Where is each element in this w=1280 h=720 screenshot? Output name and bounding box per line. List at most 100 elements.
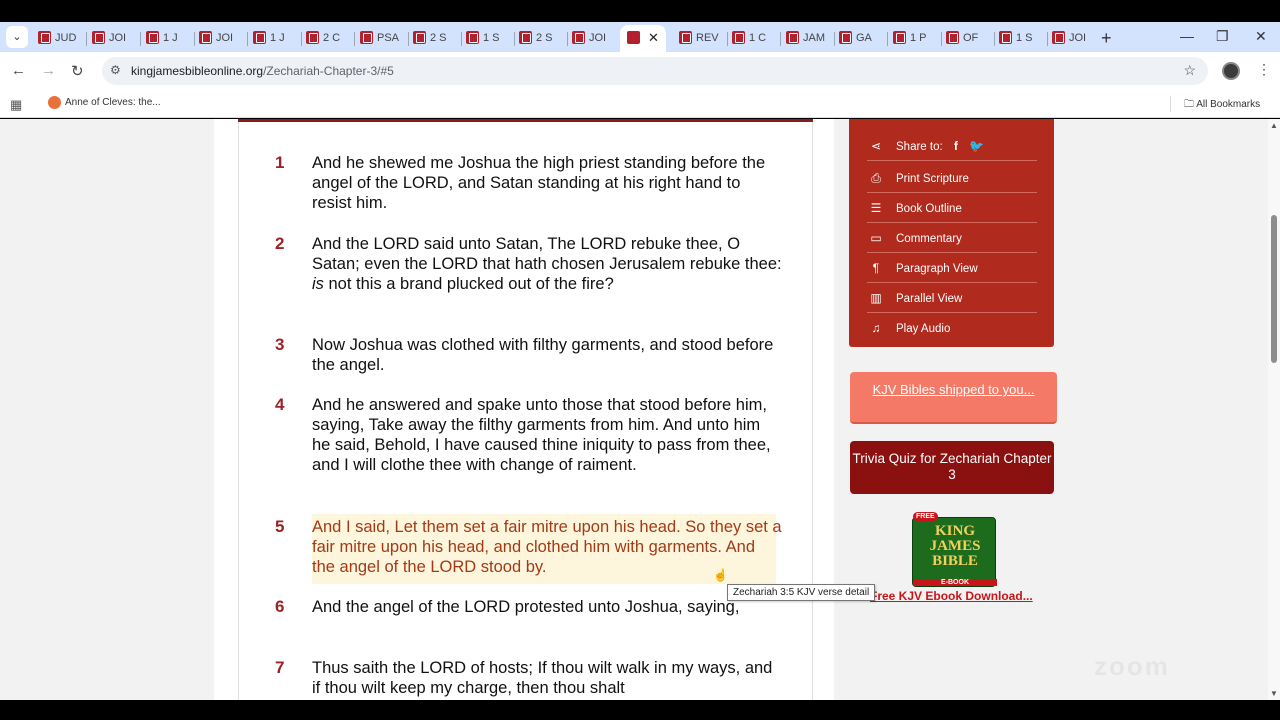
bookmarks-divider: [1170, 96, 1171, 112]
bible-favicon-icon: [466, 30, 479, 44]
bible-favicon-icon: [519, 30, 532, 44]
list-icon: ☰: [870, 201, 882, 215]
verse-number[interactable]: 5: [275, 517, 284, 537]
pilcrow-icon: ¶: [872, 261, 880, 275]
tab[interactable]: PSA: [356, 26, 408, 50]
url-text[interactable]: kingjamesbibleonline.org/Zechariah-Chapt…: [131, 64, 394, 78]
verse-number[interactable]: 1: [275, 153, 284, 173]
reload-icon[interactable]: ↻: [71, 62, 84, 80]
tab-label: JOI: [216, 32, 234, 44]
window-close-icon[interactable]: ✕: [1255, 28, 1267, 45]
new-tab-button[interactable]: +: [1101, 28, 1112, 49]
bible-favicon-icon: [627, 31, 640, 45]
tab[interactable]: 2 S: [515, 26, 567, 50]
tab-search-button[interactable]: ⌄: [6, 26, 28, 48]
site-settings-icon[interactable]: ⚙: [110, 63, 121, 77]
verse-number[interactable]: 4: [275, 395, 284, 415]
sidebar-item-print[interactable]: ⎙ Print Scripture: [867, 163, 1037, 193]
tab[interactable]: 1 C: [728, 26, 780, 50]
tab[interactable]: 1 S: [995, 26, 1047, 50]
trivia-quiz-button[interactable]: Trivia Quiz for Zechariah Chapter 3: [850, 441, 1054, 494]
forward-icon[interactable]: →: [41, 62, 56, 79]
kjv-ebook-image[interactable]: FREE KING JAMES BIBLE E-BOOK: [912, 512, 997, 587]
tab[interactable]: JOI: [88, 26, 140, 50]
tab-label: 1 C: [749, 32, 767, 44]
sidebar-item-label: Book Outline: [896, 203, 962, 215]
tab-label: 2 S: [536, 32, 553, 44]
sidebar-item-commentary[interactable]: ▭ Commentary: [867, 223, 1037, 253]
tab[interactable]: JAM: [782, 26, 834, 50]
twitter-icon[interactable]: 🐦: [969, 139, 984, 153]
scrollbar-thumb[interactable]: [1271, 215, 1277, 363]
ebook-free-badge: FREE: [913, 512, 938, 521]
verse-text-italic: is: [312, 275, 324, 293]
bible-favicon-icon: [732, 30, 745, 44]
kjv-bibles-shipped-link[interactable]: KJV Bibles shipped to you...: [850, 372, 1057, 424]
bible-favicon-icon: [893, 30, 906, 44]
close-tab-icon[interactable]: ✕: [648, 30, 659, 45]
address-bar[interactable]: ⚙ kingjamesbibleonline.org/Zechariah-Cha…: [102, 57, 1208, 85]
tab[interactable]: JOI: [568, 26, 620, 50]
bookmark-star-icon[interactable]: ☆: [1183, 62, 1196, 79]
back-icon[interactable]: ←: [11, 62, 26, 79]
sidebar-item-label: Play Audio: [896, 323, 951, 335]
bible-favicon-icon: [146, 30, 159, 44]
bible-favicon-icon: [413, 30, 426, 44]
page-viewport: 1 And he shewed me Joshua the high pries…: [0, 119, 1280, 700]
tab[interactable]: REV: [675, 26, 727, 50]
tab-active[interactable]: ✕: [620, 25, 666, 52]
tab[interactable]: 1 S: [462, 26, 514, 50]
headphones-icon: ♫: [871, 321, 881, 335]
tab[interactable]: JUD: [34, 26, 86, 50]
bible-favicon-icon: [839, 30, 852, 44]
bookmark-favicon-icon: [48, 96, 61, 109]
verse-number[interactable]: 2: [275, 234, 284, 254]
tab[interactable]: 1 J: [142, 26, 194, 50]
tab[interactable]: JOI: [1048, 26, 1100, 50]
share-icon: ⋖: [870, 139, 882, 153]
tab[interactable]: 2 C: [302, 26, 354, 50]
columns-icon: ▥: [870, 291, 882, 305]
tab[interactable]: 2 S: [409, 26, 461, 50]
sidebar-item-parallel[interactable]: ▥ Parallel View: [867, 283, 1037, 313]
tab-label: OF: [963, 32, 979, 44]
minimize-icon[interactable]: —: [1180, 28, 1194, 44]
tab[interactable]: 1 P: [889, 26, 941, 50]
tab[interactable]: 1 J: [249, 26, 301, 50]
sidebar-item-audio[interactable]: ♫ Play Audio: [867, 313, 1037, 343]
restore-icon[interactable]: ❐: [1216, 28, 1229, 45]
tab-label: PSA: [377, 32, 400, 44]
tab[interactable]: JOI: [195, 26, 247, 50]
verse-number[interactable]: 7: [275, 658, 284, 678]
bookmarks-bar: ▦ Anne of Cleves: the... 🗀 All Bookmarks: [0, 90, 1280, 118]
verse-text-part: And the LORD said unto Satan, The LORD r…: [312, 235, 782, 273]
verse-number[interactable]: 6: [275, 597, 284, 617]
browser-menu-icon[interactable]: ⋮: [1257, 61, 1271, 78]
sidebar-item-paragraph[interactable]: ¶ Paragraph View: [867, 253, 1037, 283]
bookmark-label: Anne of Cleves: the...: [65, 97, 161, 109]
tab-label: JAM: [803, 32, 825, 44]
profile-avatar[interactable]: [1222, 62, 1240, 80]
folder-icon: 🗀: [1184, 99, 1194, 110]
url-path: /Zechariah-Chapter-3/#5: [263, 64, 394, 78]
facebook-icon[interactable]: f: [954, 139, 958, 153]
tab-label: JOI: [1069, 32, 1087, 44]
tab-label: 1 J: [270, 32, 285, 44]
tab-separator: [86, 32, 87, 46]
all-bookmarks-button[interactable]: 🗀 All Bookmarks: [1184, 97, 1260, 114]
scroll-up-arrow-icon[interactable]: ▲: [1270, 121, 1278, 130]
bible-favicon-icon: [38, 30, 51, 44]
sidebar-item-outline[interactable]: ☰ Book Outline: [867, 193, 1037, 223]
tab-separator: [140, 32, 141, 46]
ebook-title: KING JAMES BIBLE: [913, 524, 997, 569]
free-ebook-download-link[interactable]: Free KJV Ebook Download...: [870, 589, 1033, 603]
apps-grid-icon[interactable]: ▦: [10, 97, 22, 113]
scroll-down-arrow-icon[interactable]: ▼: [1270, 689, 1278, 698]
verse-number[interactable]: 3: [275, 335, 284, 355]
tab[interactable]: GA: [835, 26, 887, 50]
book-icon: ▭: [870, 231, 882, 245]
bookmark-item[interactable]: Anne of Cleves: the...: [48, 96, 161, 109]
bible-favicon-icon: [999, 30, 1012, 44]
tab[interactable]: OF: [942, 26, 994, 50]
page-scrollbar[interactable]: ▲ ▼: [1268, 119, 1280, 700]
